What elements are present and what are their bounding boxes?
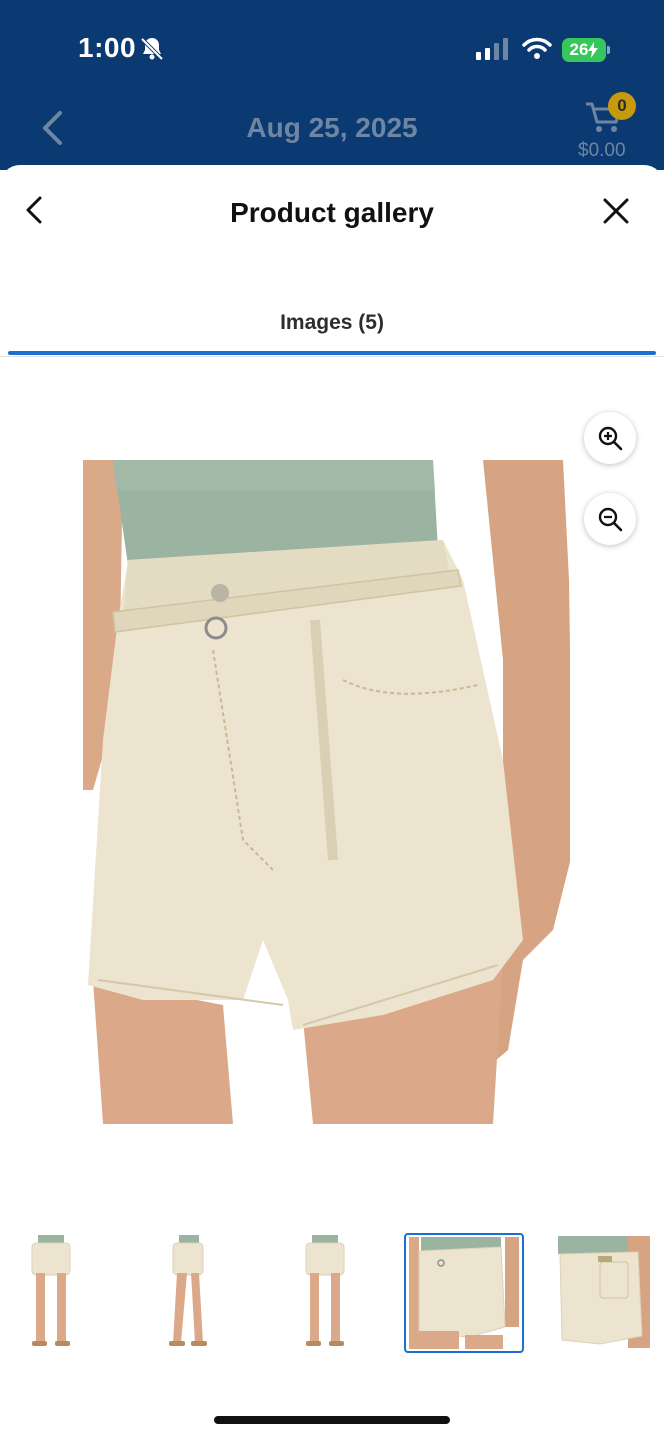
tab-images[interactable]: Images (5) (0, 311, 664, 335)
gallery-thumbnail[interactable] (127, 1233, 245, 1351)
battery-nub (607, 46, 610, 54)
cart-total: $0.00 (578, 140, 626, 161)
home-indicator (214, 1416, 450, 1424)
sheet-title: Product gallery (230, 197, 434, 228)
main-product-image[interactable] (83, 460, 570, 1124)
close-icon[interactable] (600, 195, 632, 227)
status-time: 1:00 (78, 32, 137, 63)
gallery-thumbnail[interactable] (0, 1233, 110, 1351)
tab-active-indicator (8, 351, 656, 355)
gallery-thumbnail[interactable] (266, 1233, 384, 1351)
zoom-in-button[interactable] (584, 412, 636, 464)
tab-divider (0, 356, 664, 357)
gallery-thumbnail-selected[interactable] (404, 1233, 524, 1353)
charging-bolt-icon (588, 42, 599, 58)
app-header: 1:00 26 Aug 25, 2025 0 $0.00 (0, 0, 664, 170)
zoom-out-icon (598, 507, 623, 532)
cellular-signal-icon (476, 38, 508, 60)
zoom-in-icon (598, 426, 623, 451)
product-gallery-sheet: Product gallery Images (5) (0, 165, 664, 1440)
bell-muted-icon (140, 37, 164, 61)
battery-indicator: 26 (562, 38, 606, 62)
cart-count-badge: 0 (608, 92, 636, 120)
header-date: Aug 25, 2025 (246, 112, 418, 143)
gallery-thumbnail[interactable] (546, 1233, 664, 1351)
battery-level: 26 (569, 40, 589, 59)
wifi-icon (522, 37, 552, 59)
zoom-out-button[interactable] (584, 493, 636, 545)
